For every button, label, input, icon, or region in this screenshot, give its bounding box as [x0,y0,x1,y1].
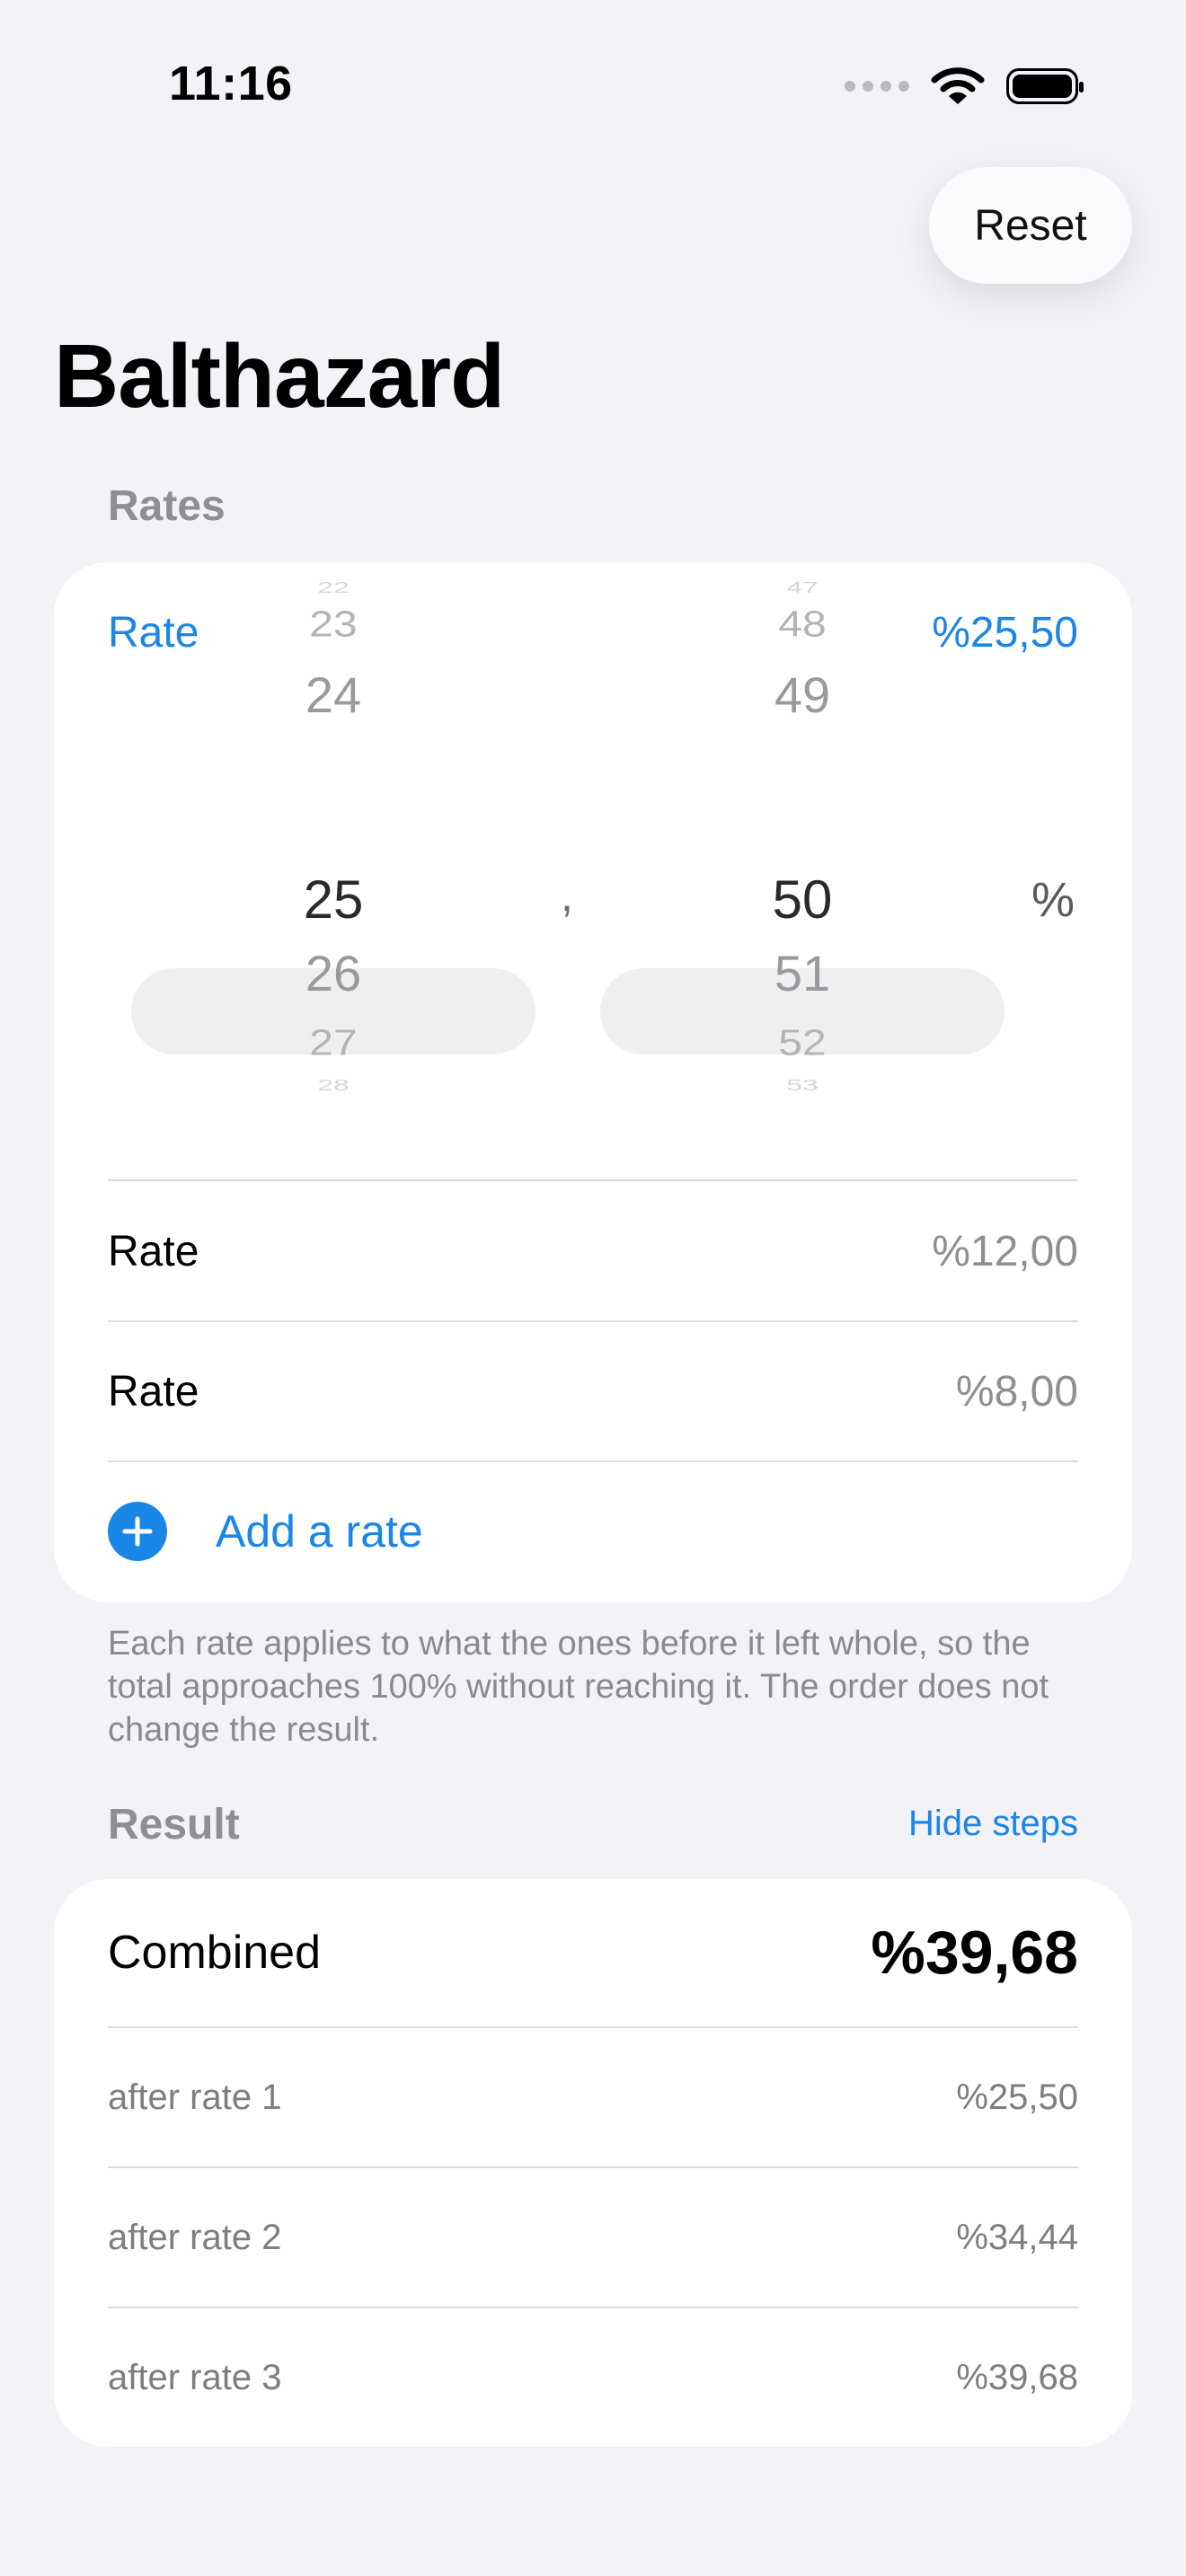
battery-icon [1006,68,1084,104]
rate-label: Rate [108,1227,199,1275]
integer-picker-wheel[interactable]: 22 23 24 25 26 27 28 [131,579,535,1096]
picker-selected-value: 50 [772,869,833,930]
picker-value: 49 [774,666,831,723]
step-label: after rate 2 [108,2217,282,2257]
rates-card: Rate %25,50 22 23 24 25 26 27 28 , 47 48 49 50 51 5… [54,562,1132,1602]
step-row: after rate 2 %34,44 [108,2168,1078,2307]
result-card: Combined %39,68 after rate 1 %25,50 afte… [54,1879,1132,2447]
picker-value: 24 [305,666,362,723]
picker-value: 27 [309,1023,358,1064]
rate-row[interactable]: Rate %12,00 [108,1182,1078,1320]
picker-selected-value: 25 [303,869,364,930]
combined-label: Combined [108,1927,322,1979]
step-row: after rate 1 %25,50 [108,2028,1078,2166]
step-value: %39,68 [956,2357,1078,2397]
status-icons [845,66,1084,106]
rate-row[interactable]: Rate %8,00 [108,1322,1078,1460]
status-time: 11:16 [169,57,293,110]
decimal-separator: , [561,870,573,921]
wifi-icon [931,67,985,104]
picker-value: 22 [317,578,350,596]
rates-footnote: Each rate applies to what the ones befor… [108,1625,1049,1749]
reset-button[interactable]: Reset [929,167,1132,284]
step-value: %25,50 [956,2077,1078,2117]
combined-row: Combined %39,68 [108,1879,1078,2026]
picker-value: 47 [786,578,819,596]
rate-value: %8,00 [955,1367,1078,1416]
picker-value: 51 [774,945,831,1001]
add-rate-button[interactable]: Add a rate [108,1462,1078,1601]
picker-value: 48 [778,604,827,646]
picker-value: 23 [309,604,358,646]
step-value: %34,44 [956,2217,1078,2257]
step-label: after rate 1 [108,2077,282,2117]
picker-value: 26 [305,945,362,1001]
decimal-picker-wheel[interactable]: 47 48 49 50 51 52 53 [600,579,1005,1096]
hide-steps-button[interactable]: Hide steps [908,1804,1078,1844]
step-label: after rate 3 [108,2357,282,2397]
divider [108,1179,1078,1181]
step-row: after rate 3 %39,68 [108,2308,1078,2447]
rate-value: %12,00 [932,1227,1078,1275]
plus-circle-icon [108,1502,167,1561]
combined-value: %39,68 [871,1919,1078,1987]
add-rate-label: Add a rate [216,1506,423,1557]
picker-value: 53 [786,1076,819,1094]
rate-label: Rate [108,1367,199,1416]
picker-value: 28 [317,1076,350,1094]
result-section-header: Result [108,1801,240,1848]
picker-value: 52 [778,1023,827,1064]
rates-section-header: Rates [108,482,226,530]
percent-unit: % [1031,873,1075,927]
cellular-signal-icon [845,81,909,92]
page-title: Balthazard [54,326,505,427]
